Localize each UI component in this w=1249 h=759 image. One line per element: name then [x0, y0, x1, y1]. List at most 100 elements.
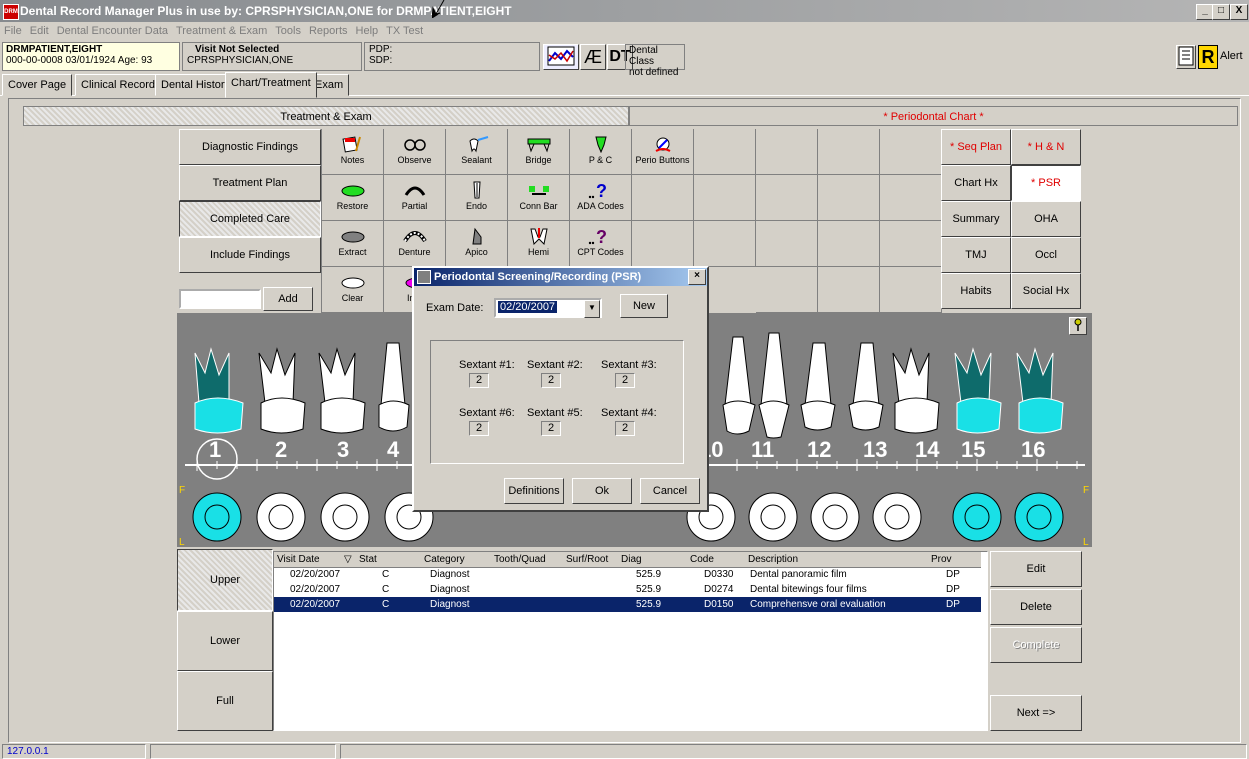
tooth-number-2[interactable]: 2	[275, 437, 287, 463]
psr-button[interactable]: * PSR	[1011, 165, 1081, 201]
col-category[interactable]: Category	[424, 552, 465, 567]
cpt-codes-tool[interactable]: ? CPT Codes	[570, 221, 632, 267]
key-icon[interactable]	[1069, 317, 1087, 335]
exam-date-select[interactable]: 02/20/2007 ▼	[494, 298, 602, 318]
sextant-6-value[interactable]: 2	[469, 421, 489, 436]
lower-arch-button[interactable]: Lower	[177, 611, 273, 671]
tooth-number-11[interactable]: 11	[751, 437, 774, 463]
clear-tool[interactable]: Clear	[322, 267, 384, 313]
alert-label[interactable]: Alert	[1220, 50, 1248, 66]
psr-close-button[interactable]: ×	[688, 269, 706, 285]
sextant-5-value[interactable]: 2	[541, 421, 561, 436]
ada-codes-tool[interactable]: ? ADA Codes	[570, 175, 632, 221]
menu-tx-test[interactable]: TX Test	[386, 25, 423, 37]
h-and-n-button[interactable]: * H & N	[1011, 129, 1081, 165]
tooth-number-1[interactable]: 1	[209, 437, 221, 463]
edit-button[interactable]: Edit	[990, 551, 1082, 587]
diagnostic-findings-button[interactable]: Diagnostic Findings	[179, 129, 321, 165]
endo-tool[interactable]: Endo	[446, 175, 508, 221]
tab-clinical-record[interactable]: Clinical Record	[75, 74, 161, 96]
full-arch-button[interactable]: Full	[177, 671, 273, 731]
chart-hx-button[interactable]: Chart Hx	[941, 165, 1011, 201]
maximize-button[interactable]: □	[1212, 4, 1230, 20]
close-button[interactable]: X	[1230, 4, 1248, 20]
menu-file[interactable]: File	[4, 25, 22, 37]
periodontal-chart-header[interactable]: * Periodontal Chart *	[629, 106, 1238, 126]
menu-help[interactable]: Help	[356, 25, 379, 37]
cancel-button[interactable]: Cancel	[640, 478, 700, 504]
procedure-table[interactable]: Visit Date ▽ Stat Category Tooth/Quad Su…	[273, 551, 988, 731]
conn-bar-tool[interactable]: Conn Bar	[508, 175, 570, 221]
sealant-tool[interactable]: Sealant	[446, 129, 508, 175]
menu-dental-encounter-data[interactable]: Dental Encounter Data	[57, 25, 168, 37]
table-row[interactable]: 02/20/2007 C Diagnost 525.9 D0274 Dental…	[274, 582, 981, 597]
add-code-input[interactable]	[179, 289, 261, 309]
table-row-selected[interactable]: 02/20/2007 C Diagnost 525.9 D0150 Compre…	[274, 597, 981, 612]
col-prov[interactable]: Prov	[931, 552, 952, 567]
apico-tool[interactable]: Apico	[446, 221, 508, 267]
occl-button[interactable]: Occl	[1011, 237, 1081, 273]
tab-dental-history[interactable]: Dental History	[155, 74, 237, 96]
oha-button[interactable]: OHA	[1011, 201, 1081, 237]
tab-cover-page[interactable]: Cover Page	[2, 74, 73, 96]
tooth-number-4[interactable]: 4	[387, 437, 399, 463]
psr-dialog-title-bar[interactable]: Periodontal Screening/Recording (PSR) ×	[414, 268, 707, 286]
upper-arch-button[interactable]: Upper	[177, 549, 273, 611]
menu-reports[interactable]: Reports	[309, 25, 348, 37]
include-findings-button[interactable]: Include Findings	[179, 237, 321, 273]
table-row[interactable]: 02/20/2007 C Diagnost 525.9 D0330 Dental…	[274, 567, 981, 582]
tmj-button[interactable]: TMJ	[941, 237, 1011, 273]
treatment-exam-header[interactable]: Treatment & Exam	[23, 106, 629, 126]
col-description[interactable]: Description	[748, 552, 798, 567]
delete-button[interactable]: Delete	[990, 589, 1082, 625]
sextant-4-value[interactable]: 2	[615, 421, 635, 436]
menu-edit[interactable]: Edit	[30, 25, 49, 37]
tooth-number-13[interactable]: 13	[863, 437, 887, 463]
col-tooth-quad[interactable]: Tooth/Quad	[494, 552, 546, 567]
menu-tools[interactable]: Tools	[275, 25, 301, 37]
chart-graph-icon[interactable]	[543, 44, 579, 70]
next-button[interactable]: Next =>	[990, 695, 1082, 731]
p-and-c-tool[interactable]: P & C	[570, 129, 632, 175]
col-diag[interactable]: Diag	[621, 552, 642, 567]
observe-tool[interactable]: Observe	[384, 129, 446, 175]
ok-button[interactable]: Ok	[572, 478, 632, 504]
sextant-2-value[interactable]: 2	[541, 373, 561, 388]
definitions-button[interactable]: Definitions	[504, 478, 564, 504]
tab-chart-treatment[interactable]: Chart/Treatment	[225, 72, 317, 98]
col-code[interactable]: Code	[690, 552, 714, 567]
col-visit-date[interactable]: Visit Date	[277, 552, 320, 567]
notes-list-icon[interactable]	[1176, 45, 1196, 69]
perio-buttons-tool[interactable]: Perio Buttons	[632, 129, 694, 175]
bridge-tool[interactable]: Bridge	[508, 129, 570, 175]
summary-button[interactable]: Summary	[941, 201, 1011, 237]
seq-plan-button[interactable]: * Seq Plan	[941, 129, 1011, 165]
sextant-3-value[interactable]: 2	[615, 373, 635, 388]
col-surf-root[interactable]: Surf/Root	[566, 552, 608, 567]
col-stat[interactable]: Stat	[359, 552, 377, 567]
tooth-number-16[interactable]: 16	[1021, 437, 1045, 463]
treatment-plan-button[interactable]: Treatment Plan	[179, 165, 321, 201]
tooth-number-12[interactable]: 12	[807, 437, 831, 463]
tooth-number-15[interactable]: 15	[961, 437, 985, 463]
add-button[interactable]: Add	[263, 287, 313, 311]
restore-tool[interactable]: Restore	[322, 175, 384, 221]
tooth-number-3[interactable]: 3	[337, 437, 349, 463]
patient-info[interactable]: DRMPATIENT,EIGHT 000-00-0008 03/01/1924 …	[2, 42, 180, 71]
habits-button[interactable]: Habits	[941, 273, 1011, 309]
visit-info[interactable]: Visit Not Selected CPRSPHYSICIAN,ONE	[182, 42, 362, 71]
new-exam-button[interactable]: New	[620, 294, 668, 318]
menu-treatment-exam[interactable]: Treatment & Exam	[176, 25, 267, 37]
social-hx-button[interactable]: Social Hx	[1011, 273, 1081, 309]
ae-icon[interactable]: Æ	[580, 44, 606, 70]
sextant-1-value[interactable]: 2	[469, 373, 489, 388]
chevron-down-icon[interactable]: ▼	[584, 300, 600, 318]
hemi-tool[interactable]: Hemi	[508, 221, 570, 267]
denture-tool[interactable]: Denture	[384, 221, 446, 267]
complete-button[interactable]: Complete	[990, 627, 1082, 663]
partial-tool[interactable]: Partial	[384, 175, 446, 221]
r-flag-icon[interactable]: R	[1198, 45, 1218, 69]
extract-tool[interactable]: Extract	[322, 221, 384, 267]
completed-care-button[interactable]: Completed Care	[179, 201, 321, 237]
notes-tool[interactable]: Notes	[322, 129, 384, 175]
